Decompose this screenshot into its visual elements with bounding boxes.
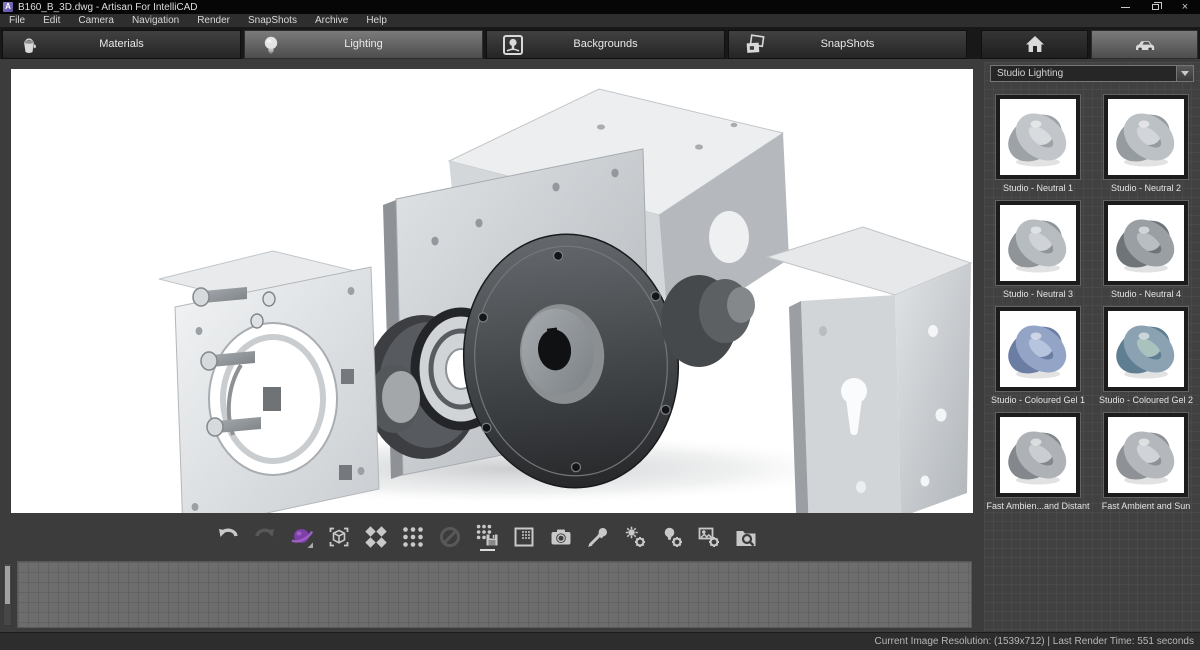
- menu-item-help[interactable]: Help: [357, 15, 396, 26]
- minimize-button[interactable]: [1110, 0, 1140, 14]
- lighting-panel: Studio Lighting Studio - Neutral 1: [984, 62, 1200, 631]
- torus-knot-preview-icon: [1000, 311, 1076, 387]
- render-quality-icon[interactable]: [364, 521, 388, 553]
- menu-item-file[interactable]: File: [0, 15, 34, 26]
- preset-label: Studio - Coloured Gel 1: [991, 395, 1085, 405]
- menu-bar: FileEditCameraNavigationRenderSnapShotsA…: [0, 14, 1200, 28]
- lighting-preset-3[interactable]: Studio - Neutral 3: [995, 200, 1081, 302]
- active-tool-underline: [480, 549, 495, 551]
- preset-thumbnail: [995, 306, 1081, 392]
- preset-thumbnail: [1103, 412, 1189, 498]
- preset-grid: Studio - Neutral 1 Studio - Neutral 2: [984, 90, 1200, 514]
- preset-label: Fast Ambien...and Distant: [986, 501, 1089, 511]
- tab-label: Materials: [99, 38, 144, 50]
- tab-materials[interactable]: Materials: [2, 30, 241, 59]
- material-eyedropper-icon[interactable]: [586, 521, 610, 553]
- preset-label: Studio - Neutral 4: [1111, 289, 1181, 299]
- save-render-icon[interactable]: [475, 521, 499, 553]
- browse-renders-icon[interactable]: [734, 521, 758, 553]
- lighting-preset-6[interactable]: Studio - Coloured Gel 2: [1099, 306, 1193, 408]
- preset-label: Studio - Coloured Gel 2: [1099, 395, 1193, 405]
- light-bulb-icon: [259, 33, 283, 57]
- menu-item-snapshots[interactable]: SnapShots: [239, 15, 306, 26]
- vehicle-button[interactable]: [1091, 30, 1198, 59]
- menu-item-camera[interactable]: Camera: [69, 15, 123, 26]
- tab-backgrounds[interactable]: Backgrounds: [486, 30, 725, 59]
- preset-label: Fast Ambient and Sun: [1102, 501, 1191, 511]
- scrollbar-thumb[interactable]: [5, 566, 10, 604]
- tab-label: Lighting: [344, 38, 383, 50]
- app-logo-icon: A: [3, 2, 13, 12]
- preset-thumbnail: [995, 200, 1081, 286]
- render-toolbar: [0, 514, 974, 560]
- tab-label: SnapShots: [821, 38, 875, 50]
- lighting-preset-1[interactable]: Studio - Neutral 1: [995, 94, 1081, 196]
- torus-knot-preview-icon: [1108, 205, 1184, 281]
- menu-item-archive[interactable]: Archive: [306, 15, 357, 26]
- lighting-settings-icon[interactable]: [660, 521, 684, 553]
- close-button[interactable]: ×: [1170, 0, 1200, 14]
- status-text: Current Image Resolution: (1539x712) | L…: [875, 636, 1194, 647]
- preset-thumbnail: [1103, 94, 1189, 180]
- preset-thumbnail: [1103, 200, 1189, 286]
- render-icon[interactable]: [290, 521, 314, 553]
- snapshot-strip[interactable]: [17, 561, 972, 628]
- filmstrip-scrollbar[interactable]: [3, 563, 12, 626]
- status-bar: Current Image Resolution: (1539x712) | L…: [0, 632, 1200, 650]
- render-region-icon[interactable]: [512, 521, 536, 553]
- tab-lighting[interactable]: Lighting: [244, 30, 483, 59]
- torus-knot-preview-icon: [1108, 99, 1184, 175]
- window-title: B160_B_3D.dwg - Artisan For IntelliCAD: [18, 2, 198, 13]
- stacked-photos-icon: [743, 33, 767, 57]
- preset-label: Studio - Neutral 1: [1003, 183, 1073, 193]
- menu-item-navigation[interactable]: Navigation: [123, 15, 188, 26]
- render-resolution-icon[interactable]: [401, 521, 425, 553]
- torus-knot-preview-icon: [1000, 205, 1076, 281]
- minimize-icon: [1121, 7, 1130, 8]
- torus-knot-preview-icon: [1108, 311, 1184, 387]
- background-settings-icon[interactable]: [697, 521, 721, 553]
- cancel-render-icon[interactable]: [438, 521, 462, 553]
- lighting-category-dropdown[interactable]: Studio Lighting: [990, 65, 1194, 82]
- lighting-preset-8[interactable]: Fast Ambient and Sun: [1102, 412, 1191, 514]
- lighting-preset-5[interactable]: Studio - Coloured Gel 1: [991, 306, 1085, 408]
- preset-label: Studio - Neutral 2: [1111, 183, 1181, 193]
- sun-settings-icon[interactable]: [623, 521, 647, 553]
- preset-thumbnail: [995, 94, 1081, 180]
- preset-thumbnail: [995, 412, 1081, 498]
- tab-snapshots[interactable]: SnapShots: [728, 30, 967, 59]
- tab-bar: Materials Lighting Backgrounds SnapShots: [0, 28, 1200, 59]
- menu-item-edit[interactable]: Edit: [34, 15, 69, 26]
- restore-button[interactable]: [1140, 0, 1170, 14]
- preset-thumbnail: [1103, 306, 1189, 392]
- undo-icon[interactable]: [216, 521, 240, 553]
- preset-label: Studio - Neutral 3: [1003, 289, 1073, 299]
- render-preview-image: [11, 69, 973, 513]
- menu-item-render[interactable]: Render: [188, 15, 239, 26]
- dropdown-arrow-button[interactable]: [1176, 66, 1193, 81]
- car-icon: [1132, 32, 1158, 56]
- redo-icon[interactable]: [253, 521, 277, 553]
- lighting-preset-4[interactable]: Studio - Neutral 4: [1103, 200, 1189, 302]
- home-button[interactable]: [981, 30, 1088, 59]
- torus-knot-preview-icon: [1108, 417, 1184, 493]
- background-image-icon: [501, 33, 525, 57]
- render-viewport[interactable]: [11, 69, 973, 513]
- title-bar: A B160_B_3D.dwg - Artisan For IntelliCAD…: [0, 0, 1200, 14]
- restore-icon: [1152, 4, 1159, 10]
- snapshot-camera-icon[interactable]: [549, 521, 573, 553]
- render-all-icon[interactable]: [327, 521, 351, 553]
- chevron-down-icon: [1181, 71, 1189, 76]
- dropdown-value: Studio Lighting: [997, 68, 1063, 79]
- tab-label: Backgrounds: [573, 38, 637, 50]
- paint-bucket-icon: [17, 33, 41, 57]
- lighting-preset-2[interactable]: Studio - Neutral 2: [1103, 94, 1189, 196]
- torus-knot-preview-icon: [1000, 99, 1076, 175]
- torus-knot-preview-icon: [1000, 417, 1076, 493]
- home-icon: [1023, 32, 1047, 56]
- lighting-preset-7[interactable]: Fast Ambien...and Distant: [986, 412, 1089, 514]
